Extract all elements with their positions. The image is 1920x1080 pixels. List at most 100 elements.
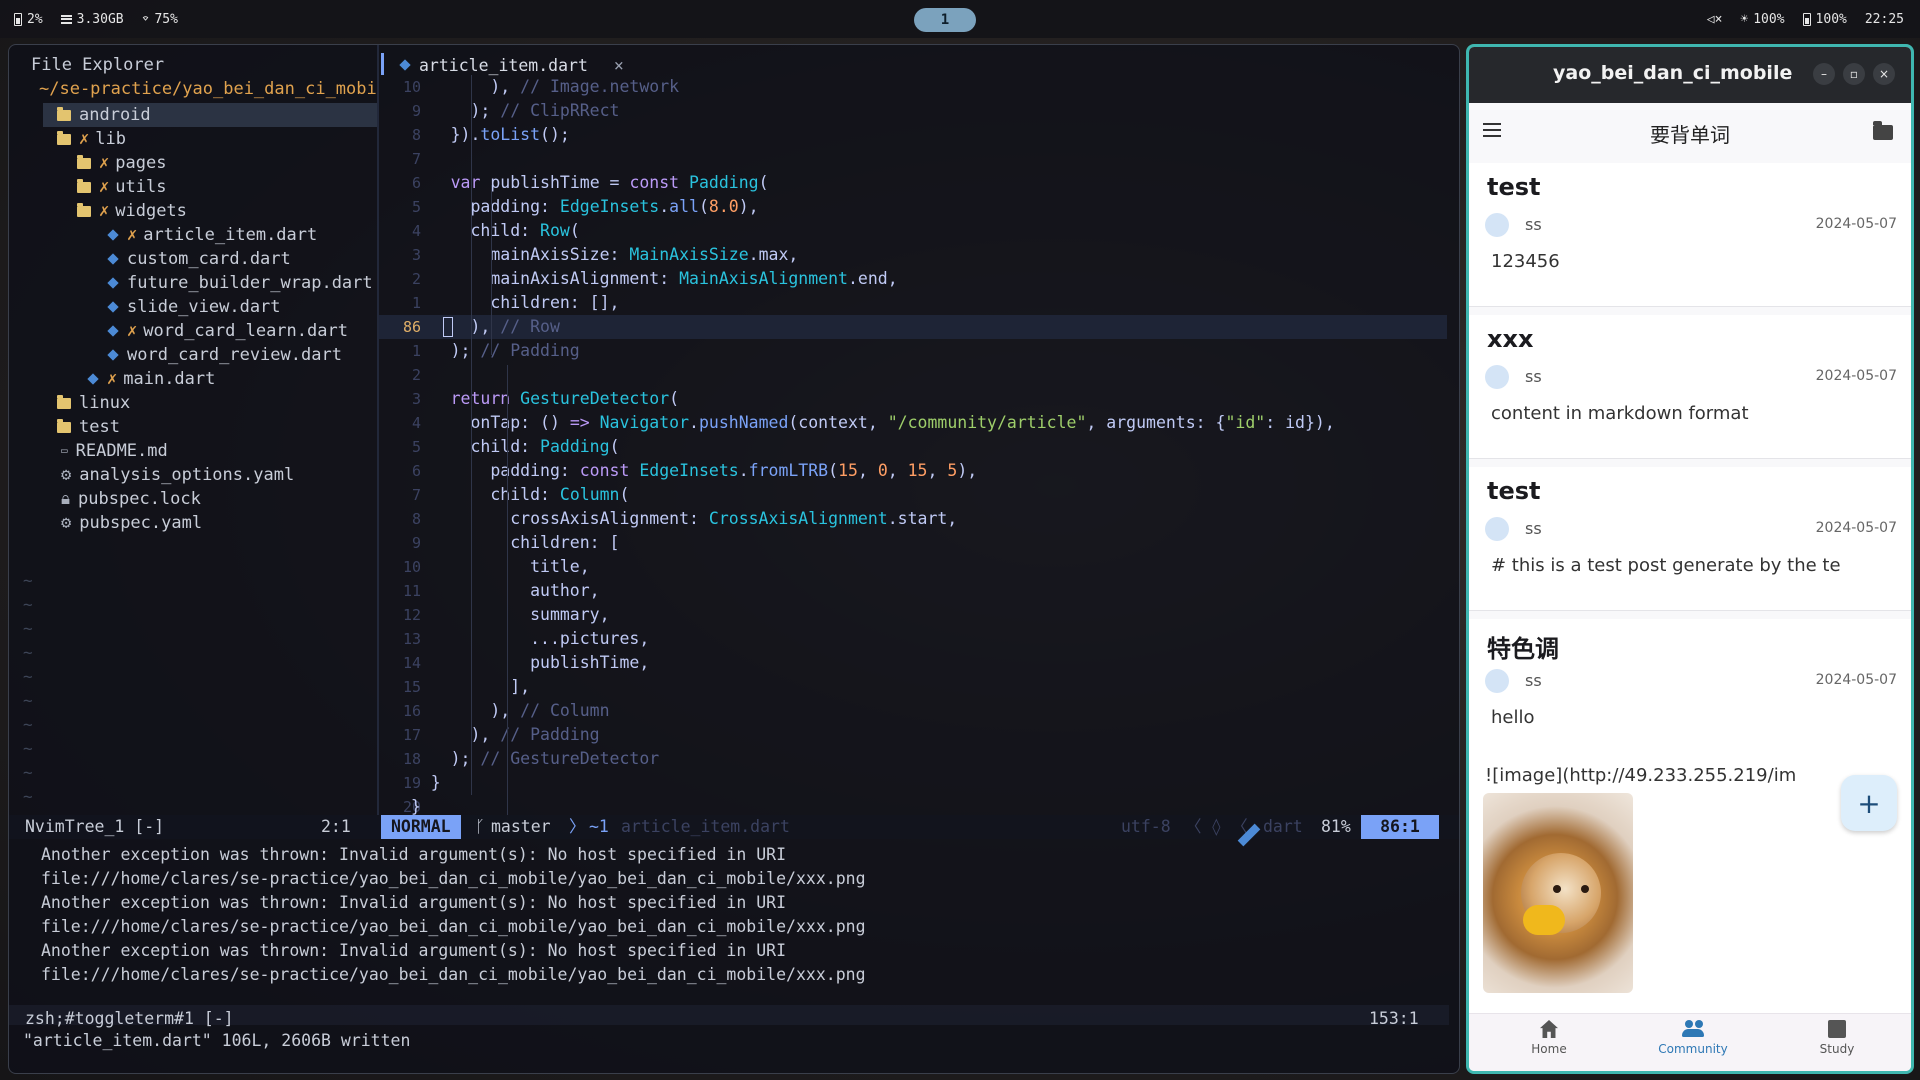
memory-status[interactable]: 3.30GB [60, 11, 124, 27]
memory-icon [60, 14, 72, 24]
code-line[interactable]: ); // ClipRRect [391, 99, 619, 123]
code-line[interactable]: children: [], [391, 291, 619, 315]
tree-item-future-builder-wrap[interactable]: future_builder_wrap.dart [107, 271, 373, 295]
clock[interactable]: 22:25 [1865, 12, 1904, 27]
tree-cursor-position: 2:1 [321, 817, 351, 836]
tree-item-pages[interactable]: ✗ pages [77, 151, 166, 175]
tab-article-item[interactable]: article_item.dart × [399, 53, 624, 77]
terminal-window[interactable]: File Explorer ~/se-practice/yao_bei_dan_… [8, 44, 1460, 1074]
battery-status[interactable]: 2% [14, 12, 43, 27]
maximize-button[interactable]: ▫ [1843, 63, 1865, 85]
code-line[interactable]: mainAxisSize: MainAxisSize.max, [391, 243, 798, 267]
code-line[interactable]: padding: EdgeInsets.all(8.0), [391, 195, 758, 219]
terminal-output-line: file:///home/clares/se-practice/yao_bei_… [41, 965, 866, 984]
code-line[interactable]: child: Row( [391, 219, 579, 243]
tree-item-word-card-learn[interactable]: ✗ word_card_learn.dart [107, 319, 348, 343]
brightness-status[interactable]: ☀ 100% [1740, 12, 1784, 27]
code-line[interactable]: child: Column( [391, 483, 629, 507]
tree-item-widgets[interactable]: ✗ widgets [77, 199, 187, 223]
nav-home[interactable]: Home [1489, 1020, 1609, 1056]
code-line[interactable]: ), // Column [391, 699, 609, 723]
memory-value: 3.30GB [76, 11, 124, 27]
code-line[interactable]: ...pictures, [391, 627, 649, 651]
tree-item-readme[interactable]: ▭ README.md [61, 439, 168, 463]
file-explorer[interactable]: File Explorer ~/se-practice/yao_bei_dan_… [9, 45, 379, 815]
brightness-value: 100% [1753, 11, 1785, 27]
code-line[interactable]: onTap: () => Navigator.pushNamed(context… [391, 411, 1334, 435]
code-line[interactable]: ), // Image.network [391, 75, 679, 99]
folder-icon [57, 394, 71, 409]
status-line: NvimTree_1 [-] 2:1 NORMAL ᚴ master 〉 ~1 … [9, 815, 1459, 847]
post-date: 2024-05-07 [1815, 520, 1897, 536]
battery-full-status[interactable]: 100% [1802, 11, 1847, 27]
code-line[interactable]: ); // Padding [391, 339, 580, 363]
folder-open-icon [77, 202, 91, 217]
tree-item-word-card-review[interactable]: word_card_review.dart [107, 343, 342, 367]
code-line[interactable]: padding: const EdgeInsets.fromLTRB(15, 0… [391, 459, 977, 483]
avatar[interactable] [1485, 213, 1509, 237]
tree-item-test[interactable]: test [57, 415, 120, 439]
avatar[interactable] [1485, 365, 1509, 389]
tree-buffer-name: NvimTree_1 [-] [25, 817, 165, 836]
empty-line-marker: ~ [23, 763, 33, 782]
minimize-button[interactable]: – [1813, 63, 1835, 85]
terminal-output-line: Another exception was thrown: Invalid ar… [41, 941, 787, 960]
gear-icon: ⚙ [61, 465, 72, 485]
code-line[interactable]: ); // GestureDetector [391, 747, 660, 771]
post-card[interactable]: xxx ss 2024-05-07 content in markdown fo… [1469, 315, 1911, 459]
code-line[interactable]: child: Padding( [391, 435, 619, 459]
wifi-status[interactable]: ⌔ 75% [142, 12, 178, 27]
tree-item-utils[interactable]: ✗ utils [77, 175, 166, 199]
code-line[interactable]: ), // Row [391, 315, 559, 339]
code-line[interactable]: }).toList(); [391, 123, 570, 147]
code-line[interactable]: return GestureDetector( [391, 387, 680, 411]
tab-label: article_item.dart [419, 55, 588, 75]
empty-line-marker: ~ [23, 667, 33, 686]
close-icon[interactable]: × [614, 56, 624, 75]
code-line[interactable]: crossAxisAlignment: CrossAxisAlignment.s… [391, 507, 957, 531]
nav-community[interactable]: Community [1633, 1020, 1753, 1056]
code-line[interactable]: mainAxisAlignment: MainAxisAlignment.end… [391, 267, 897, 291]
tree-item-pubspec-yaml[interactable]: ⚙ pubspec.yaml [61, 511, 202, 535]
split-divider[interactable] [377, 45, 379, 815]
workspace-indicator[interactable]: 1 [914, 8, 976, 32]
add-post-button[interactable]: + [1841, 775, 1897, 831]
code-line[interactable]: } [391, 771, 441, 795]
post-card[interactable]: test ss 2024-05-07 123456 [1469, 163, 1911, 307]
code-line[interactable]: ), // Padding [391, 723, 599, 747]
code-line[interactable]: ], [391, 675, 530, 699]
modified-icon: ✗ [107, 369, 118, 389]
nav-study[interactable]: Study [1777, 1020, 1897, 1056]
avatar[interactable] [1485, 517, 1509, 541]
app-title-bar[interactable]: yao_bei_dan_ci_mobile – ▫ × [1469, 47, 1911, 103]
app-window[interactable]: yao_bei_dan_ci_mobile – ▫ × 要背单词 test ss… [1466, 44, 1914, 1074]
code-line[interactable]: title, [391, 555, 590, 579]
volume-status[interactable]: ◁× [1707, 12, 1723, 27]
file-explorer-path: ~/se-practice/yao_bei_dan_ci_mobi [39, 79, 377, 99]
code-line[interactable]: summary, [391, 603, 609, 627]
tree-item-analysis-options[interactable]: ⚙ analysis_options.yaml [61, 463, 294, 487]
code-line[interactable]: children: [ [391, 531, 619, 555]
code-line[interactable]: publishTime, [391, 651, 649, 675]
code-line[interactable]: author, [391, 579, 600, 603]
folder-icon[interactable] [1873, 121, 1893, 140]
tree-item-article-item[interactable]: ✗ article_item.dart [107, 223, 317, 247]
code-line[interactable]: var publishTime = const Padding( [391, 171, 769, 195]
tree-item-custom-card[interactable]: custom_card.dart [107, 247, 291, 271]
post-card[interactable]: test ss 2024-05-07 # this is a test post… [1469, 467, 1911, 611]
command-line[interactable]: "article_item.dart" 106L, 2606B written [23, 1031, 410, 1050]
close-button[interactable]: × [1873, 63, 1895, 85]
avatar[interactable] [1485, 669, 1509, 693]
tree-item-android[interactable]: android [43, 103, 377, 127]
post-image[interactable] [1483, 793, 1633, 993]
tree-item-main[interactable]: ✗ main.dart [87, 367, 215, 391]
tree-item-slide-view[interactable]: slide_view.dart [107, 295, 281, 319]
tree-item-pubspec-lock[interactable]: 🔒︎ pubspec.lock [61, 487, 201, 511]
dog-eye [1581, 885, 1589, 893]
tree-item-lib[interactable]: ✗ lib [57, 127, 126, 151]
tree-item-linux[interactable]: linux [57, 391, 130, 415]
folder-open-icon [57, 130, 71, 145]
battery-full-value: 100% [1815, 11, 1847, 27]
nav-study-label: Study [1819, 1042, 1855, 1056]
indent-guide [507, 365, 508, 835]
